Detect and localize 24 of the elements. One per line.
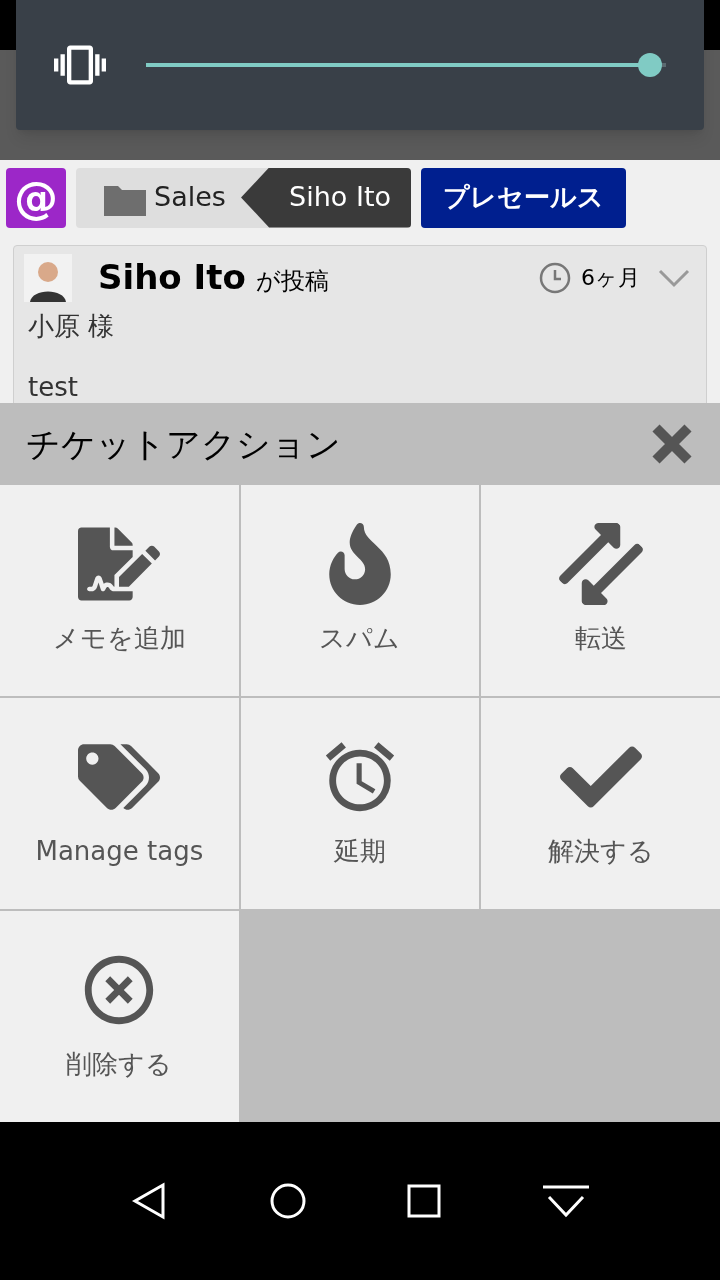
tag-label[interactable]: プレセールス — [421, 167, 626, 228]
post-verb: が投稿 — [255, 265, 329, 297]
action-tile[interactable]: 削除する — [0, 911, 239, 1122]
recents-icon[interactable] — [406, 1183, 443, 1219]
action-tile[interactable]: Manage tags — [0, 698, 239, 909]
post-text: 小原 様 — [28, 310, 116, 343]
volume-slider[interactable] — [146, 53, 666, 77]
close-icon[interactable] — [650, 422, 694, 466]
sheet-title: チケットアクション — [26, 422, 341, 466]
avatar-icon — [24, 253, 72, 302]
post-text: test — [28, 371, 79, 403]
author-name[interactable]: Siho Ito — [98, 252, 246, 303]
mention-badge: @ — [6, 167, 66, 228]
action-tile[interactable]: メモを追加 — [0, 485, 239, 696]
action-tile[interactable]: スパム — [240, 485, 480, 696]
post-time: 6ヶ月 — [581, 264, 640, 292]
slider-thumb[interactable] — [638, 53, 663, 77]
folder-label[interactable]: Sales — [154, 177, 226, 218]
keyboard-hide-icon[interactable] — [540, 1183, 591, 1219]
action-tile[interactable]: 延期 — [240, 698, 480, 909]
clock-icon — [539, 261, 571, 294]
action-tile[interactable]: 解決する — [481, 698, 720, 909]
assignee-label[interactable]: Siho Ito — [241, 167, 411, 228]
action-tile[interactable]: 転送 — [481, 485, 720, 696]
